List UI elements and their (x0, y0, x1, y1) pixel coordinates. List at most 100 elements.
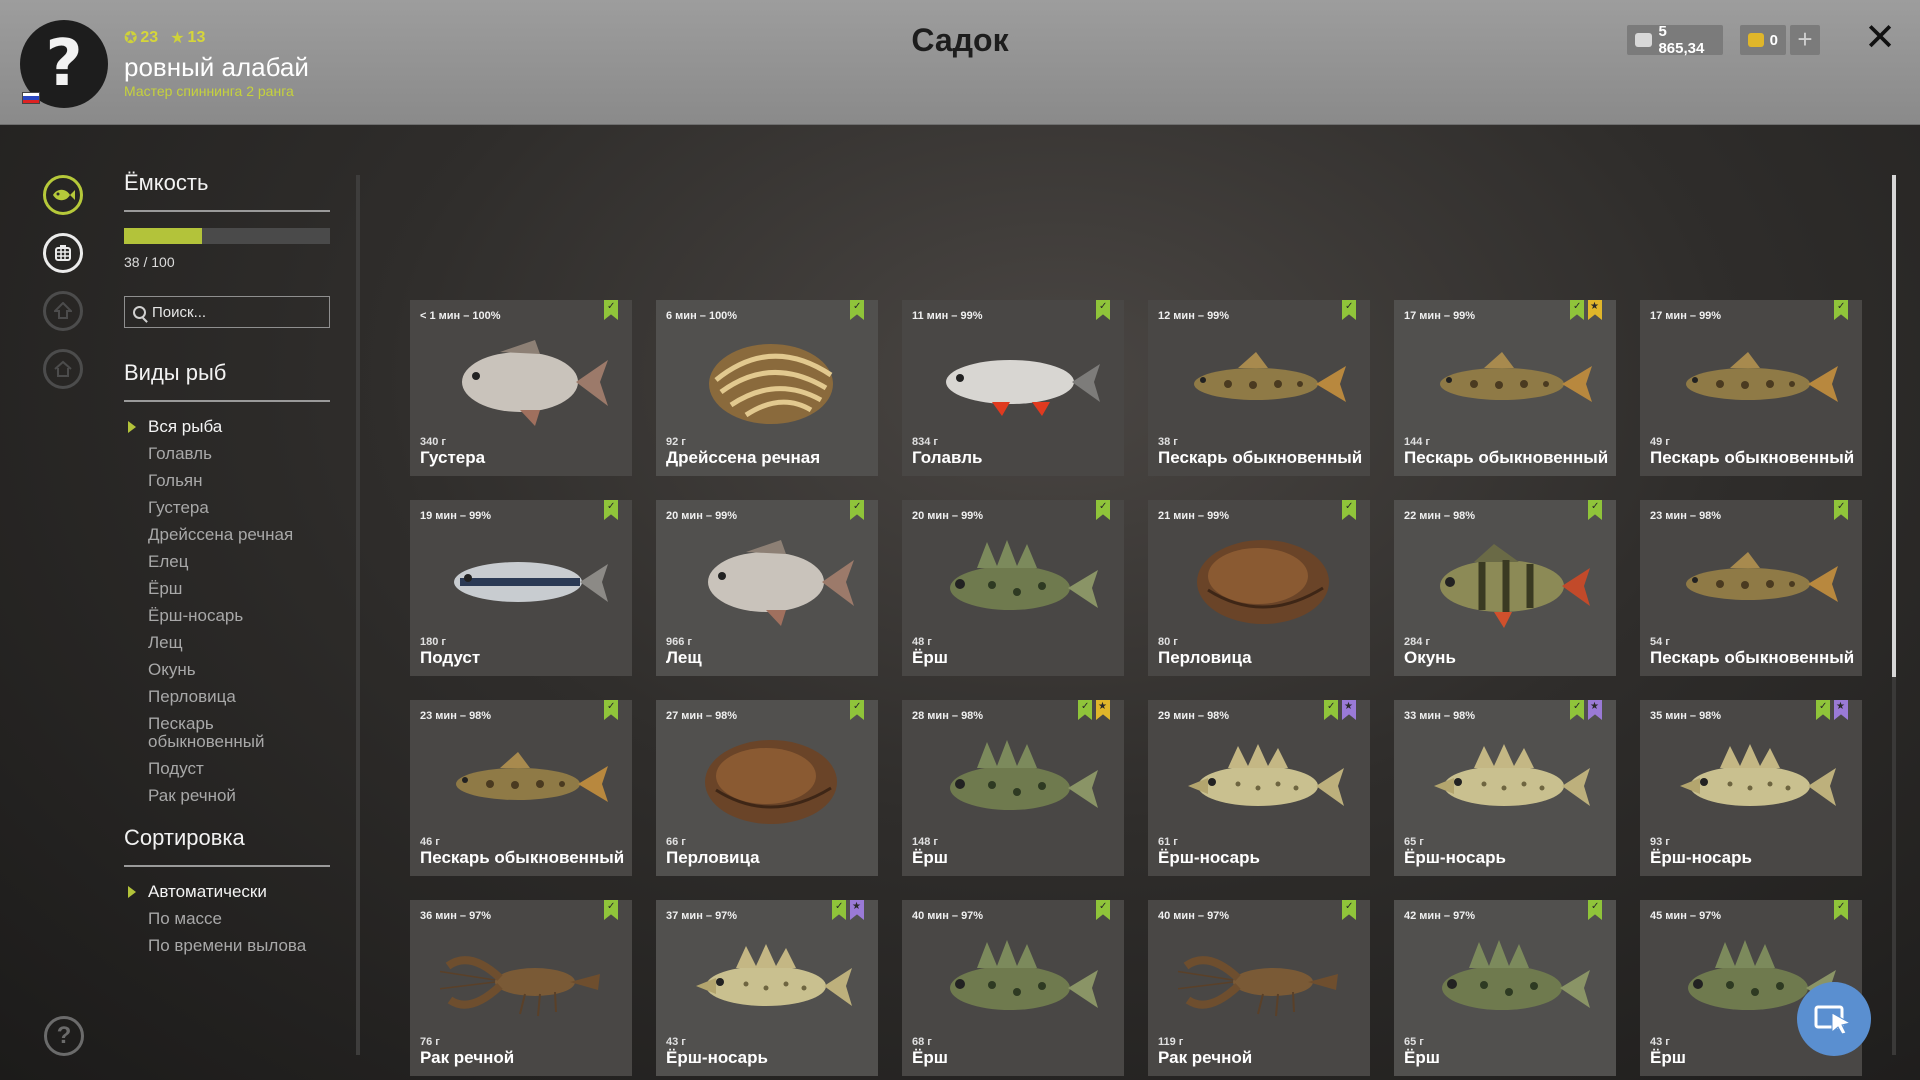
checkmark-bookmark-icon (1834, 300, 1848, 320)
species-filter-item[interactable]: Лещ (124, 634, 330, 652)
species-filter-item[interactable]: Подуст (124, 760, 330, 778)
star-bookmark-icon (1096, 700, 1110, 720)
close-button[interactable]: ✕ (1862, 18, 1898, 58)
species-filter-item[interactable]: Голавль (124, 445, 330, 463)
catch-name: Перловица (1158, 648, 1252, 667)
species-filter-item[interactable]: Дрейссена речная (124, 526, 330, 544)
catch-weight: 68 г (912, 1036, 932, 1048)
checkmark-bookmark-icon (604, 500, 618, 520)
catch-weight: 61 г (1158, 836, 1178, 848)
catch-card[interactable]: 12 мин – 99% 38 г Пескарь обыкновенный (1148, 300, 1370, 476)
keepnet-icon[interactable] (43, 233, 83, 273)
species-filter-item[interactable]: Ёрш (124, 580, 330, 598)
search-box[interactable] (124, 296, 330, 328)
checkmark-bookmark-icon (1096, 500, 1110, 520)
mussel-image (705, 740, 837, 824)
card-badges (1342, 500, 1356, 520)
nosed-ruffe-image (1680, 744, 1836, 806)
catch-card[interactable]: 22 мин – 98% 284 г Окунь (1394, 500, 1616, 676)
catch-card[interactable]: 6 мин – 100% 92 г Дрейссена речная (656, 300, 878, 476)
catch-card[interactable]: 20 мин – 99% 966 г Лещ (656, 500, 878, 676)
add-currency-button[interactable]: + (1790, 25, 1820, 55)
species-filter-item[interactable]: Окунь (124, 661, 330, 679)
star-bookmark-icon (850, 900, 864, 920)
catch-name: Ёрш-носарь (1404, 848, 1506, 867)
catch-card[interactable]: 17 мин – 99% 49 г Пескарь обыкновенный (1640, 300, 1862, 476)
card-badges (1816, 700, 1848, 720)
ruffe-image (1442, 940, 1590, 1010)
catch-card[interactable]: 23 мин – 98% 54 г Пескарь обыкновенный (1640, 500, 1862, 676)
catch-card[interactable]: < 1 мин – 100% 340 г Густера (410, 300, 632, 476)
catch-card[interactable]: 23 мин – 98% 46 г Пескарь обыкновенный (410, 700, 632, 876)
species-filter-item[interactable]: Елец (124, 553, 330, 571)
catch-card[interactable]: 20 мин – 99% 48 г Ёрш (902, 500, 1124, 676)
sort-option-item[interactable]: По массе (124, 910, 330, 928)
scrollbar-thumb[interactable] (1892, 175, 1896, 677)
ruffe-image (950, 540, 1098, 610)
catch-card[interactable]: 27 мин – 98% 66 г Перловица (656, 700, 878, 876)
fish-icon[interactable] (43, 175, 83, 215)
catch-name: Ёрш (912, 648, 948, 667)
catch-card[interactable]: 37 мин – 97% 43 г Ёрш-носарь (656, 900, 878, 1076)
catch-card[interactable]: 11 мин – 99% 834 г Голавль (902, 300, 1124, 476)
catch-time: 11 мин – 99% (912, 310, 983, 322)
crayfish-image (440, 956, 600, 1017)
trophy-icon[interactable] (43, 291, 83, 331)
russian-flag-icon (22, 92, 40, 104)
checkmark-bookmark-icon (1342, 300, 1356, 320)
catch-card[interactable]: 21 мин – 99% 80 г Перловица (1148, 500, 1370, 676)
nase-image (454, 562, 608, 602)
catch-card[interactable]: 33 мин – 98% 65 г Ёрш-носарь (1394, 700, 1616, 876)
catch-name: Ёрш (912, 1048, 948, 1067)
species-filter-item[interactable]: Перловица (124, 688, 330, 706)
cursor-mode-button[interactable] (1797, 982, 1871, 1056)
catch-time: 23 мин – 98% (1650, 510, 1722, 522)
capacity-bar (124, 228, 330, 244)
catch-name: Ёрш-носарь (1158, 848, 1260, 867)
sort-option-item[interactable]: По времени вылова (124, 937, 330, 955)
species-filter-item[interactable]: Пескарь обыкновенный (124, 715, 330, 751)
silver-value: 5 865,34 (1658, 23, 1705, 57)
checkmark-bookmark-icon (1816, 700, 1830, 720)
help-icon[interactable]: ? (44, 1016, 84, 1056)
species-filter-item[interactable]: Гольян (124, 472, 330, 490)
catch-time: < 1 мин – 100% (420, 310, 501, 322)
silver-balance: 5 865,34 (1627, 23, 1723, 57)
sort-option-item[interactable]: Автоматически (124, 883, 330, 901)
catch-weight: 80 г (1158, 636, 1178, 648)
catch-card[interactable]: 40 мин – 97% 119 г Рак речной (1148, 900, 1370, 1076)
catch-time: 40 мин – 97% (912, 910, 984, 922)
catch-card[interactable]: 17 мин – 99% 144 г Пескарь обыкновенный (1394, 300, 1616, 476)
home-icon[interactable] (43, 349, 83, 389)
catch-card[interactable]: 19 мин – 99% 180 г Подуст (410, 500, 632, 676)
catch-card[interactable]: 40 мин – 97% 68 г Ёрш (902, 900, 1124, 1076)
catch-weight: 119 г (1158, 1036, 1184, 1048)
card-badges (1096, 900, 1110, 920)
catch-name: Ёрш-носарь (1650, 848, 1752, 867)
catch-card[interactable]: 35 мин – 98% 93 г Ёрш-носарь (1640, 700, 1862, 876)
species-filter-item[interactable]: Ёрш-носарь (124, 607, 330, 625)
catch-weight: 284 г (1404, 636, 1430, 648)
checkmark-bookmark-icon (604, 900, 618, 920)
catch-weight: 54 г (1650, 636, 1670, 648)
species-filter-item[interactable]: Густера (124, 499, 330, 517)
search-input[interactable] (152, 303, 322, 321)
top-bar: ? ✪ 23 ★ 13 ровный алабай Мастер спиннинга… (0, 0, 1920, 125)
card-badges (1570, 700, 1602, 720)
species-filter-item[interactable]: Рак речной (124, 787, 330, 805)
silver-coins-icon (1635, 33, 1653, 47)
filter-panel: Ёмкость 38 / 100 Виды рыб Вся рыба Голавл… (124, 170, 330, 964)
catch-card[interactable]: 28 мин – 98% 148 г Ёрш (902, 700, 1124, 876)
catch-weight: 340 г (420, 436, 446, 448)
card-badges (1342, 300, 1356, 320)
catch-weight: 148 г (912, 836, 938, 848)
catch-time: 6 мин – 100% (666, 310, 738, 322)
catch-card[interactable]: 29 мин – 98% 61 г Ёрш-носарь (1148, 700, 1370, 876)
species-filter-item[interactable]: Вся рыба (124, 418, 330, 436)
species-list: Вся рыба Голавль Гольян Густера Дрейссена ре… (124, 418, 330, 805)
catch-card[interactable]: 42 мин – 97% 65 г Ёрш (1394, 900, 1616, 1076)
checkmark-bookmark-icon (1588, 500, 1602, 520)
star-bookmark-icon (1342, 700, 1356, 720)
catch-card[interactable]: 36 мин – 97% 76 г Рак речной (410, 900, 632, 1076)
gudgeon-image (1194, 352, 1346, 402)
